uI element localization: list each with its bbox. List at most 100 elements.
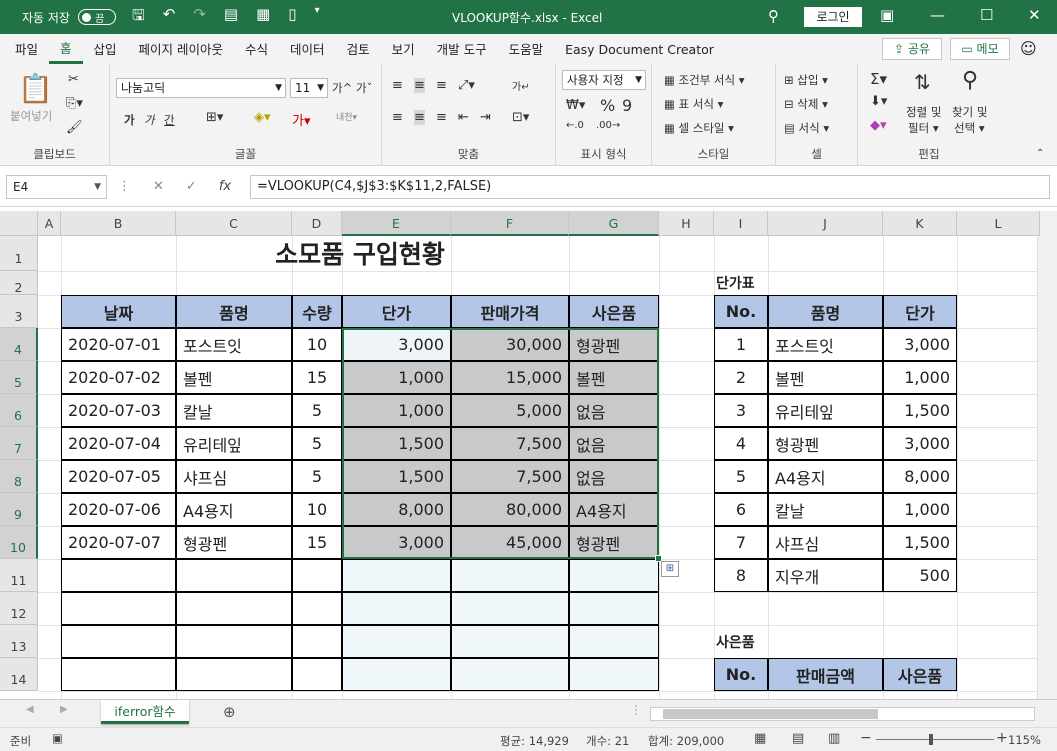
column-header-k[interactable]: K xyxy=(883,211,957,236)
price-table-cell[interactable]: 1,000 xyxy=(883,493,957,526)
empty-cell[interactable] xyxy=(61,625,176,658)
price-table-cell[interactable]: 포스트잇 xyxy=(768,328,883,361)
table-cell[interactable]: A4용지 xyxy=(569,493,659,526)
empty-cell[interactable] xyxy=(61,658,176,691)
find-select-icon[interactable]: ⚲ xyxy=(962,68,978,93)
empty-cell[interactable] xyxy=(292,559,342,592)
name-box[interactable]: E4 ▼ xyxy=(6,175,107,199)
empty-cell[interactable] xyxy=(451,592,569,625)
zoom-slider-thumb[interactable] xyxy=(929,734,933,745)
decrease-decimal-icon[interactable]: .00→ xyxy=(596,120,620,131)
table-cell[interactable]: 1,500 xyxy=(342,460,451,493)
zoom-slider[interactable] xyxy=(876,739,994,740)
price-table-cell[interactable]: 3,000 xyxy=(883,328,957,361)
table-cell[interactable]: 형광펜 xyxy=(176,526,292,559)
tab-data[interactable]: 데이터 xyxy=(279,34,336,64)
new-sheet-icon[interactable]: ▤ xyxy=(224,5,238,30)
align-left-icon[interactable]: ≡ xyxy=(392,110,403,125)
add-sheet-icon[interactable]: ⊕ xyxy=(223,703,236,721)
table-cell[interactable]: 없음 xyxy=(569,427,659,460)
table-cell[interactable]: 2020-07-01 xyxy=(61,328,176,361)
empty-cell[interactable] xyxy=(342,592,451,625)
minimize-icon[interactable]: — xyxy=(930,6,945,24)
price-table-cell[interactable]: 5 xyxy=(714,460,768,493)
empty-cell[interactable] xyxy=(451,559,569,592)
table-cell[interactable]: 없음 xyxy=(569,460,659,493)
table-cell[interactable]: 7,500 xyxy=(451,427,569,460)
zoom-in-icon[interactable]: + xyxy=(996,730,1008,746)
save-icon[interactable]: 🖫 xyxy=(132,5,145,30)
scroll-tab-left-icon[interactable]: ◀ xyxy=(26,704,34,715)
table-cell[interactable]: 3,000 xyxy=(342,328,451,361)
column-header-c[interactable]: C xyxy=(176,211,292,236)
price-table-cell[interactable]: 8,000 xyxy=(883,460,957,493)
empty-cell[interactable] xyxy=(61,559,176,592)
price-table-cell[interactable]: 유리테잎 xyxy=(768,394,883,427)
table-cell[interactable]: 1,500 xyxy=(342,427,451,460)
price-table-cell[interactable]: 1 xyxy=(714,328,768,361)
comma-icon[interactable]: 9 xyxy=(622,96,632,115)
scroll-tab-right-icon[interactable]: ▶ xyxy=(60,704,68,715)
collapse-ribbon-icon[interactable]: ⌃ xyxy=(1036,148,1044,159)
price-table-cell[interactable]: 500 xyxy=(883,559,957,592)
conditional-format-button[interactable]: ▦ 조건부 서식 ▾ xyxy=(664,72,745,88)
table-cell[interactable]: 없음 xyxy=(569,394,659,427)
table-cell[interactable]: 5 xyxy=(292,427,342,460)
quick-analysis-icon[interactable]: ⊞ xyxy=(661,561,679,577)
price-table-cell[interactable]: 2 xyxy=(714,361,768,394)
table-cell[interactable]: 2020-07-06 xyxy=(61,493,176,526)
table-header-cell[interactable]: 날짜 xyxy=(61,295,176,328)
column-header-a[interactable]: A xyxy=(38,211,61,236)
font-name-combo[interactable]: 나눔고딕 ▼ xyxy=(116,78,286,98)
login-button[interactable]: 로그인 xyxy=(804,7,862,27)
tab-help[interactable]: 도움말 xyxy=(498,34,555,64)
table-cell[interactable]: 15 xyxy=(292,526,342,559)
tab-home[interactable]: 홈 xyxy=(49,34,83,64)
customize-qat-icon[interactable]: ▾ xyxy=(315,5,320,30)
table-cell[interactable]: 형광펜 xyxy=(569,526,659,559)
table-cell[interactable]: 80,000 xyxy=(451,493,569,526)
cell-styles-button[interactable]: ▦ 셀 스타일 ▾ xyxy=(664,120,734,136)
merge-center-icon[interactable]: ⊡▾ xyxy=(512,110,529,125)
column-header-g[interactable]: G xyxy=(569,211,659,236)
worksheet-grid[interactable]: A B C D E F G H I J K L 1 2 3 4 5 6 7 8 9 10 11 12 13 14 소모품 구입현황 날… xyxy=(0,207,1057,699)
maximize-icon[interactable]: ☐ xyxy=(980,6,993,24)
format-cells-button[interactable]: ▤ 서식 ▾ xyxy=(784,120,829,136)
table-cell[interactable]: 볼펜 xyxy=(176,361,292,394)
table-cell[interactable]: 형광펜 xyxy=(569,328,659,361)
row-header-8[interactable]: 8 xyxy=(0,460,38,493)
find-select-label[interactable]: 찾기 및 xyxy=(952,104,987,120)
tab-developer[interactable]: 개발 도구 xyxy=(426,34,498,64)
price-header-cell[interactable]: 품명 xyxy=(768,295,883,328)
table-cell[interactable]: 2020-07-07 xyxy=(61,526,176,559)
copy-icon[interactable]: ⎘▾ xyxy=(66,96,83,111)
table-cell[interactable]: 15,000 xyxy=(451,361,569,394)
row-header-14[interactable]: 14 xyxy=(0,658,38,691)
table-icon[interactable]: ▦ xyxy=(256,5,270,30)
tab-file[interactable]: 파일 xyxy=(4,34,49,64)
empty-cell[interactable] xyxy=(342,625,451,658)
insert-function-icon[interactable]: fx xyxy=(219,179,231,194)
page-break-view-icon[interactable]: ▥ xyxy=(828,731,840,746)
zoom-out-icon[interactable]: − xyxy=(860,730,872,746)
table-header-cell[interactable]: 품명 xyxy=(176,295,292,328)
grow-font-button[interactable]: 가^ xyxy=(332,80,352,96)
ribbon-display-icon[interactable]: ▣ xyxy=(880,6,894,24)
table-cell[interactable]: 30,000 xyxy=(451,328,569,361)
row-header-9[interactable]: 9 xyxy=(0,493,38,526)
table-header-cell[interactable]: 판매가격 xyxy=(451,295,569,328)
fill-color-icon[interactable]: ◈▾ xyxy=(254,110,271,125)
insert-cells-button[interactable]: ⊞ 삽입 ▾ xyxy=(784,72,828,88)
table-cell[interactable]: 포스트잇 xyxy=(176,328,292,361)
cancel-icon[interactable]: ✕ xyxy=(153,179,164,194)
paste-label[interactable]: 붙여넣기 xyxy=(10,108,52,124)
paste-icon[interactable]: 📋 xyxy=(18,72,53,105)
align-middle-icon[interactable]: ≡ xyxy=(414,78,425,93)
column-header-j[interactable]: J xyxy=(768,211,883,236)
row-header-11[interactable]: 11 xyxy=(0,559,38,592)
price-table-cell[interactable]: 형광펜 xyxy=(768,427,883,460)
price-table-cell[interactable]: 칼날 xyxy=(768,493,883,526)
select-label[interactable]: 선택 ▾ xyxy=(954,120,985,136)
redo-icon[interactable]: ↷ xyxy=(193,5,206,30)
table-cell[interactable]: 2020-07-04 xyxy=(61,427,176,460)
